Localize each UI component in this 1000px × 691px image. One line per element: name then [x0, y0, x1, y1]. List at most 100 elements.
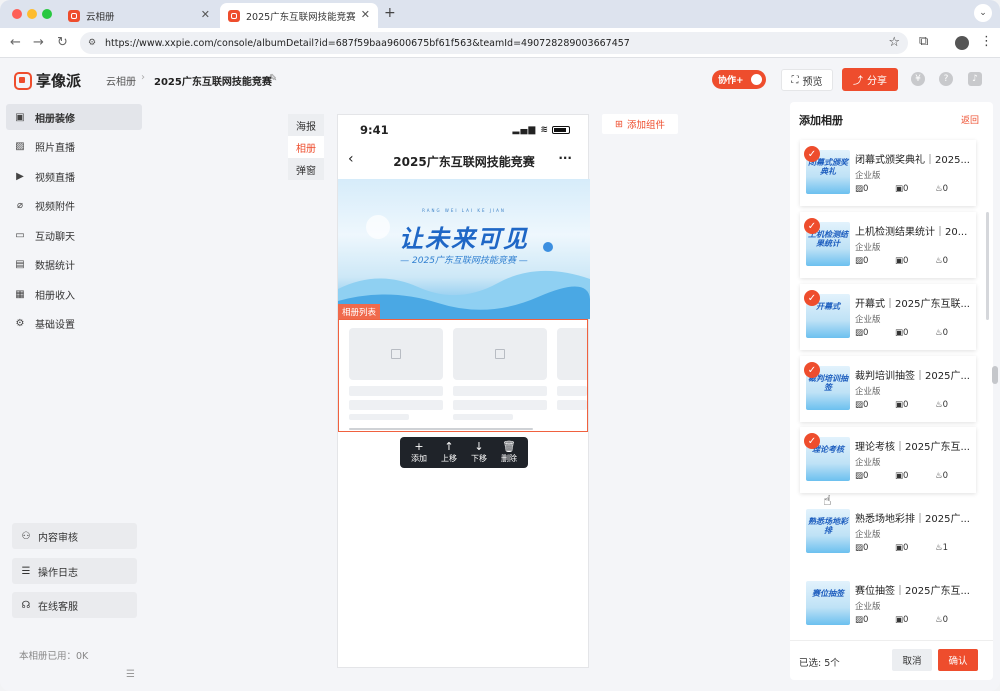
collab-button[interactable]: 协作+ — [712, 70, 766, 89]
check-icon[interactable]: ✓ — [804, 290, 820, 306]
online-support-button[interactable]: ☊ 在线客服 — [12, 592, 137, 618]
fire-icon: ♨ — [935, 615, 943, 625]
chevron-down-icon[interactable]: ⌄ — [974, 4, 992, 22]
album-item[interactable]: 赛位抽签 赛位抽签｜2025广东互... 企业版 ▨0 ▣0 ♨0 — [800, 571, 976, 637]
album-item[interactable]: ✓ 理论考核 理论考核｜2025广东互... 企业版 ▨0 ▣0 ♨0 — [800, 427, 976, 493]
placeholder-line — [557, 400, 587, 410]
delete-button[interactable]: 🗑 删除 — [501, 441, 517, 464]
page-scrollbar[interactable] — [992, 366, 998, 384]
photo-count-value: 0 — [863, 256, 869, 266]
bookmark-star-icon[interactable]: ☆ — [888, 35, 900, 50]
tab-title: 云相册 — [86, 11, 115, 23]
back-link[interactable]: 返回 — [961, 113, 979, 126]
profile-avatar[interactable] — [955, 36, 969, 50]
confirm-button[interactable]: 确认 — [938, 649, 978, 671]
tab-album[interactable]: 相册 — [288, 136, 324, 158]
tab-poster[interactable]: 海报 — [288, 114, 324, 136]
check-icon[interactable]: ✓ — [804, 362, 820, 378]
photo-count: ▨0 — [855, 256, 895, 266]
album-name: 熟悉场地彩排｜2025广... — [855, 514, 970, 525]
more-icon[interactable]: ··· — [558, 151, 572, 165]
photo-count-value: 0 — [863, 400, 869, 410]
video-count: ▣0 — [895, 328, 935, 338]
album-item[interactable]: ✓ 开幕式 开幕式｜2025广东互联... 企业版 ▨0 ▣0 ♨0 — [800, 284, 976, 350]
tab-popup[interactable]: 弹窗 — [288, 158, 324, 180]
menu-icon[interactable]: ⋮ — [980, 34, 993, 49]
close-icon[interactable]: ✕ — [201, 8, 210, 21]
sidebar-bottom-label: 在线客服 — [38, 601, 78, 613]
thumbnail-title: 熟悉场地彩排 — [808, 517, 848, 535]
chevron-right-icon: › — [141, 72, 145, 83]
maximize-window-button[interactable] — [42, 9, 52, 19]
album-item[interactable]: ✓ 闭幕式颁奖典礼 闭幕式颁奖典礼｜2025... 企业版 ▨0 ▣0 ♨0 — [800, 140, 976, 206]
share-button[interactable]: ⤴ 分享 — [842, 68, 898, 91]
operation-log-button[interactable]: ☰ 操作日志 — [12, 558, 137, 584]
check-icon[interactable]: ✓ — [804, 146, 820, 162]
add-button[interactable]: + 添加 — [411, 441, 427, 464]
back-icon[interactable]: ← — [10, 35, 21, 50]
image-icon: ▨ — [855, 400, 864, 410]
bell-icon[interactable]: ♪ — [968, 72, 982, 86]
add-component-button[interactable]: ⊞ 添加组件 — [602, 114, 678, 134]
sidebar-item-video-live[interactable]: ▶ 视频直播 — [6, 163, 142, 189]
document-icon: ☰ — [21, 565, 31, 577]
photo-count-value: 0 — [863, 543, 869, 553]
sidebar-item-stats[interactable]: ▤ 数据统计 — [6, 251, 142, 277]
album-card-placeholder — [349, 328, 443, 380]
close-icon[interactable]: ✕ — [361, 8, 370, 21]
album-card-placeholder — [557, 328, 587, 380]
address-bar[interactable]: ⚙ https://www.xxpie.com/console/albumDet… — [80, 32, 908, 54]
panel-scrollbar[interactable] — [986, 212, 989, 320]
banner-image[interactable]: RANG WEI LAI KE JIAN 让未来可见 — 2025广东互联网技能… — [338, 179, 590, 319]
sidebar-item-income[interactable]: ▦ 相册收入 — [6, 281, 142, 307]
plus-icon: + — [414, 440, 424, 453]
collapse-icon[interactable]: ☰ — [126, 669, 135, 680]
browser-tab-active[interactable]: 2025广东互联网技能竞赛 ✕ — [220, 3, 378, 28]
browser-tab[interactable]: 云相册 ✕ — [60, 3, 218, 28]
new-tab-button[interactable]: + — [384, 5, 396, 21]
photo-count: ▨0 — [855, 471, 895, 481]
edit-icon[interactable]: ✎ — [269, 73, 277, 84]
banner-title: 让未来可见 — [399, 225, 529, 253]
currency-icon[interactable]: ¥ — [911, 72, 925, 86]
help-icon[interactable]: ? — [939, 72, 953, 86]
check-icon[interactable]: ✓ — [804, 218, 820, 234]
status-icons: ▂▄▆ ≋ — [513, 125, 570, 135]
forward-icon[interactable]: → — [33, 35, 44, 50]
content-review-button[interactable]: ⚇ 内容审核 — [12, 523, 137, 549]
video-count: ▣0 — [895, 471, 935, 481]
extensions-icon[interactable]: ⧉ — [919, 34, 928, 49]
move-down-button[interactable]: ↓ 下移 — [471, 441, 487, 464]
breadcrumb-root[interactable]: 云相册 — [106, 73, 136, 88]
preview-button[interactable]: ⛶ 预览 — [781, 69, 833, 91]
component-toolbar: + 添加 ↑ 上移 ↓ 下移 🗑 删除 — [400, 437, 528, 468]
like-count: ♨0 — [935, 256, 975, 266]
reload-icon[interactable]: ↻ — [57, 35, 68, 50]
sidebar-item-chat[interactable]: ▭ 互动聊天 — [6, 222, 142, 248]
site-info-icon[interactable]: ⚙ — [88, 38, 98, 48]
album-list-component[interactable] — [338, 319, 588, 432]
sidebar-item-settings[interactable]: ⚙ 基础设置 — [6, 310, 142, 336]
album-card-placeholder — [453, 328, 547, 380]
collab-logo-icon — [749, 72, 764, 87]
sidebar-item-video-attach[interactable]: ⌀ 视频附件 — [6, 192, 142, 218]
sidebar-item-photo-live[interactable]: ▨ 照片直播 — [6, 133, 142, 159]
photo-count: ▨0 — [855, 400, 895, 410]
album-item[interactable]: ✓ 裁判培训抽签 裁判培训抽签｜2025广... 企业版 ▨0 ▣0 ♨0 — [800, 356, 976, 422]
like-count: ♨0 — [935, 328, 975, 338]
check-icon[interactable]: ✓ — [804, 433, 820, 449]
album-stats: ▨0 ▣0 ♨1 — [855, 543, 975, 553]
cancel-button[interactable]: 取消 — [892, 649, 932, 671]
photo-count-value: 0 — [863, 328, 869, 338]
sidebar-item-decoration[interactable]: ▣ 相册装修 — [6, 104, 142, 130]
minimize-window-button[interactable] — [27, 9, 37, 19]
album-item[interactable]: ✓ 上机检测结果统计 上机检测结果统计｜20... 企业版 ▨0 ▣0 ♨0 — [800, 212, 976, 278]
move-up-button[interactable]: ↑ 上移 — [441, 441, 457, 464]
hand-cursor-icon: ☝ — [823, 493, 832, 509]
logo[interactable]: 享像派 — [14, 70, 81, 91]
sidebar: ▣ 相册装修 ▨ 照片直播 ▶ 视频直播 ⌀ 视频附件 ▭ 互动聊天 ▤ 数据统计 ▦ 相册收… — [0, 100, 148, 691]
horizontal-scrollbar[interactable] — [349, 428, 533, 430]
url-text: https://www.xxpie.com/console/albumDetai… — [105, 37, 630, 49]
chart-icon: ▤ — [15, 258, 25, 270]
close-window-button[interactable] — [12, 9, 22, 19]
